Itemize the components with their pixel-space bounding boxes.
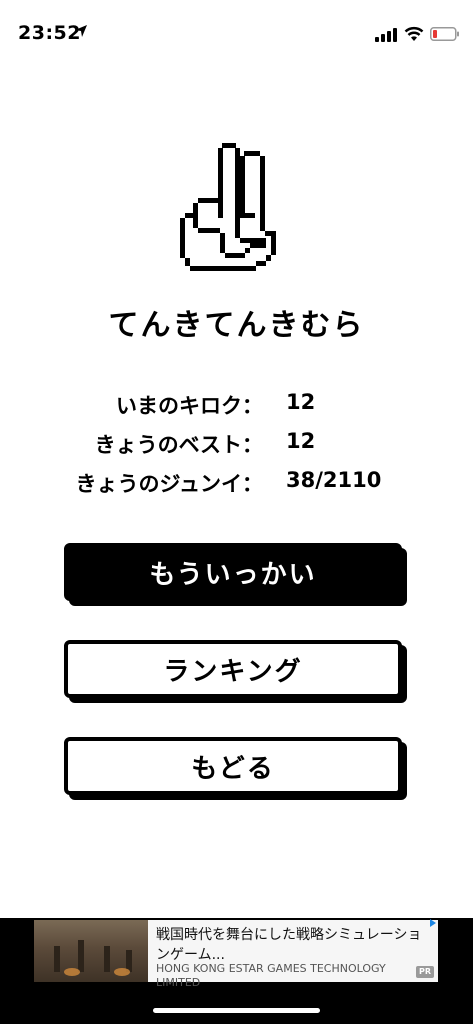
stat-row-today-best: きょうのベスト： 12 xyxy=(0,429,473,461)
location-arrow-icon xyxy=(75,25,87,37)
wifi-icon xyxy=(404,26,424,41)
stat-label: きょうのジュンイ： xyxy=(75,472,263,496)
stat-value: 12 xyxy=(286,429,316,453)
stat-value: 38/2110 xyxy=(286,468,382,492)
stat-label: いまのキロク： xyxy=(116,394,263,418)
status-bar: 23:52 xyxy=(0,0,473,64)
ad-fire xyxy=(64,968,80,976)
home-indicator[interactable] xyxy=(153,1008,320,1013)
back-button[interactable]: もどる xyxy=(64,737,402,795)
adchoices-icon[interactable] xyxy=(428,918,438,928)
ranking-button[interactable]: ランキング xyxy=(64,640,402,698)
peace-hand-logo-icon xyxy=(180,143,276,271)
ad-figure xyxy=(78,940,84,972)
ad-figure xyxy=(104,946,110,972)
ad-title[interactable]: 戦国時代を舞台にした戦略シミュレーションゲーム... xyxy=(156,925,432,965)
retry-button[interactable]: もういっかい xyxy=(64,543,402,601)
stat-row-current: いまのキロク： 12 xyxy=(0,390,473,422)
cellular-signal-icon xyxy=(375,28,397,42)
ad-pr-badge: PR xyxy=(416,966,434,978)
ad-figure xyxy=(54,946,60,972)
battery-icon xyxy=(430,27,459,41)
status-time: 23:52 xyxy=(18,22,81,44)
stat-label: きょうのベスト： xyxy=(94,433,263,457)
ad-advertiser: HONG KONG ESTAR GAMES TECHNOLOGY LIMITED xyxy=(156,962,386,989)
ad-fire xyxy=(114,968,130,976)
stat-row-today-rank: きょうのジュンイ： 38/2110 xyxy=(0,468,473,500)
app-title: てんきてんきむら xyxy=(108,308,365,343)
ad-thumbnail[interactable] xyxy=(34,920,148,982)
stat-value: 12 xyxy=(286,390,316,414)
